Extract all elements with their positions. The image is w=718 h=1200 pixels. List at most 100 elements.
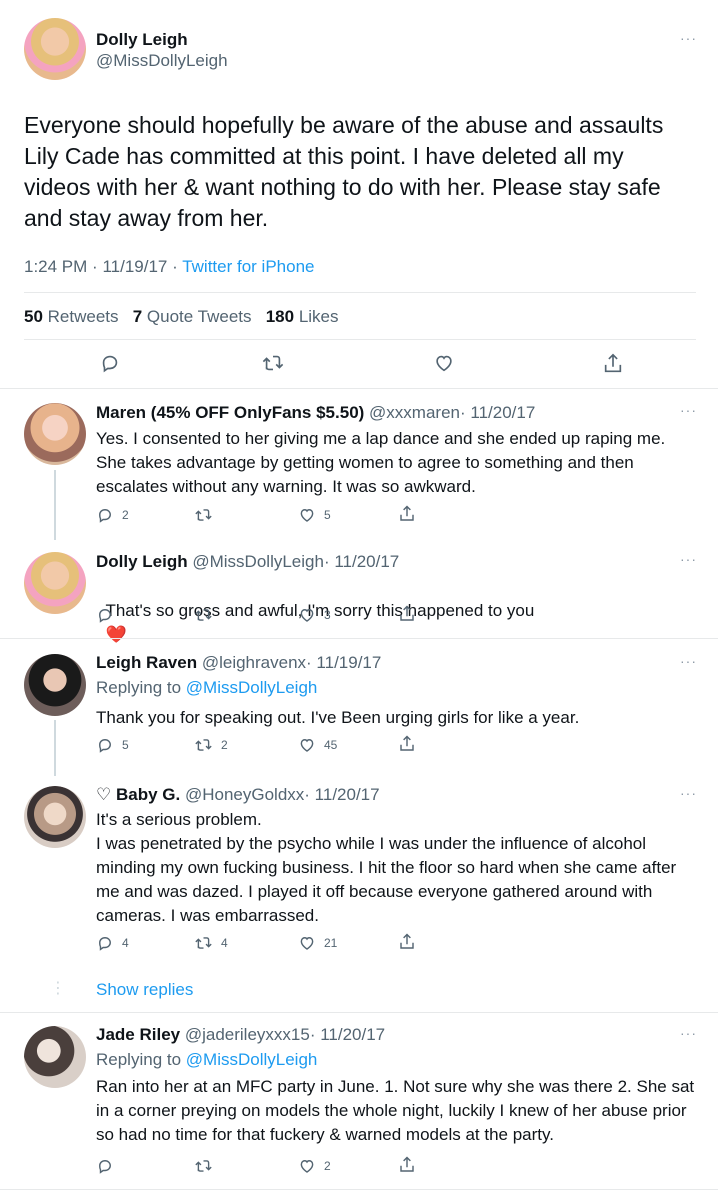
author-handle[interactable]: @leighravenx (202, 653, 306, 672)
author-name[interactable]: Jade Riley (96, 1025, 180, 1044)
divider (0, 1012, 718, 1013)
more-options-icon[interactable]: ··· (680, 1025, 697, 1041)
avatar[interactable] (24, 552, 86, 614)
more-options-icon[interactable]: ··· (680, 653, 697, 669)
replying-to-link[interactable]: @MissDollyLeigh (186, 678, 318, 697)
like-button[interactable]: 21 (298, 934, 337, 952)
show-replies-dots-icon: ⋮ (50, 980, 66, 997)
author-name[interactable]: Leigh Raven (96, 653, 197, 672)
like-count: 45 (324, 738, 338, 752)
reply-text-line: That's so gross and awful, I'm sorry thi… (96, 575, 696, 647)
divider (24, 339, 696, 340)
tweet-metadata: 1:24 PM · 11/19/17 · Twitter for iPhone (24, 257, 314, 277)
more-options-icon[interactable]: ··· (680, 785, 697, 801)
share-button[interactable] (398, 734, 416, 754)
like-button[interactable]: 2 (298, 1157, 331, 1175)
reply-icon (99, 937, 111, 951)
author-handle[interactable]: @jaderileyxxx15 (185, 1025, 310, 1044)
quotes-count: 7 (132, 307, 143, 326)
like-button[interactable] (433, 352, 455, 379)
heart-icon (300, 1160, 314, 1173)
tweet-source-link[interactable]: Twitter for iPhone (182, 257, 314, 276)
reply-date[interactable]: · 11/19/17 (306, 653, 381, 672)
reply-icon (102, 355, 118, 373)
retweet-count: 2 (221, 738, 228, 752)
author-handle[interactable]: @HoneyGoldxx (185, 785, 304, 804)
reply-date[interactable]: · 11/20/17 (304, 785, 379, 804)
reply-text: Ran into her at an MFC party in June. 1.… (96, 1077, 699, 1144)
retweet-icon (195, 1160, 212, 1172)
heart-icon (436, 355, 452, 372)
retweets-stat[interactable]: 50 Retweets (24, 307, 123, 326)
retweet-icon (195, 937, 212, 949)
reply-date[interactable]: · 11/20/17 (324, 552, 399, 571)
avatar[interactable] (24, 18, 86, 80)
share-icon (400, 1156, 414, 1172)
avatar[interactable] (24, 654, 86, 716)
reply-button[interactable] (99, 352, 121, 379)
author-handle[interactable]: @xxxmaren (369, 403, 460, 422)
avatar[interactable] (24, 1026, 86, 1088)
share-button[interactable] (398, 604, 416, 624)
share-button[interactable] (398, 932, 416, 952)
avatar[interactable] (24, 403, 86, 465)
more-options-icon[interactable]: ··· (680, 30, 697, 46)
reply-button[interactable] (96, 1157, 122, 1175)
share-button[interactable] (398, 504, 416, 524)
share-icon (400, 933, 414, 949)
author-name[interactable]: Dolly Leigh (96, 552, 188, 571)
retweet-button[interactable] (194, 1157, 221, 1175)
retweet-button[interactable] (194, 506, 221, 524)
tweet-time[interactable]: 1:24 PM (24, 257, 87, 276)
reply-header: Dolly Leigh @MissDollyLeigh· 11/20/17 (96, 552, 399, 572)
replying-to-label: Replying to (96, 678, 182, 697)
author-name[interactable]: Maren (45% OFF OnlyFans $5.50) (96, 403, 364, 422)
author-handle[interactable]: @MissDollyLeigh (96, 51, 228, 71)
replying-to-link[interactable]: @MissDollyLeigh (186, 1050, 318, 1069)
reply-button[interactable] (96, 606, 122, 624)
retweet-button[interactable] (261, 352, 285, 379)
retweets-count: 50 (24, 307, 43, 326)
reply-header: Jade Riley @jaderileyxxx15· 11/20/17 (96, 1025, 385, 1045)
reply-icon (99, 509, 111, 523)
like-button[interactable]: 45 (298, 736, 337, 754)
share-button[interactable] (602, 352, 624, 381)
like-button[interactable]: 5 (298, 506, 331, 524)
reply-header: ♡ Baby G. @HoneyGoldxx· 11/20/17 (96, 785, 380, 805)
divider (24, 292, 696, 293)
author-handle[interactable]: @MissDollyLeigh (192, 552, 324, 571)
tweet-text: Everyone should hopefully be aware of th… (24, 112, 670, 231)
retweet-button[interactable]: 2 (194, 736, 228, 754)
reply-text: Yes. I consented to her giving me a lap … (96, 429, 671, 496)
share-button[interactable] (398, 1155, 416, 1175)
divider (0, 1189, 718, 1190)
reply-date[interactable]: · 11/20/17 (460, 403, 535, 422)
share-icon (400, 505, 414, 521)
reply-button[interactable]: 4 (96, 934, 129, 952)
share-icon (400, 605, 414, 621)
avatar[interactable] (24, 786, 86, 848)
more-options-icon[interactable]: ··· (680, 402, 697, 418)
show-replies-link[interactable]: Show replies (96, 980, 193, 1000)
reply-date[interactable]: · 11/20/17 (310, 1025, 385, 1044)
author-name[interactable]: Baby G. (116, 785, 180, 804)
likes-label: Likes (298, 307, 339, 326)
like-count: 5 (324, 508, 331, 522)
author-name[interactable]: Dolly Leigh (96, 30, 188, 50)
reply-button[interactable]: 2 (96, 506, 129, 524)
retweet-icon (262, 355, 284, 371)
tweet-date[interactable]: 11/19/17 (102, 257, 167, 276)
divider (0, 388, 718, 389)
heart-emoji: ❤️ (105, 625, 127, 644)
retweet-button[interactable] (194, 606, 221, 624)
retweet-button[interactable]: 4 (194, 934, 228, 952)
heart-icon (300, 509, 314, 522)
likes-stat[interactable]: 180 Likes (266, 307, 339, 326)
reply-button[interactable]: 5 (96, 736, 129, 754)
more-options-icon[interactable]: ··· (680, 551, 697, 567)
like-button[interactable]: 3 (298, 606, 331, 624)
thread-line (54, 470, 56, 540)
share-icon (604, 353, 622, 373)
thread-line (54, 720, 56, 776)
quotes-stat[interactable]: 7 Quote Tweets (133, 307, 257, 326)
